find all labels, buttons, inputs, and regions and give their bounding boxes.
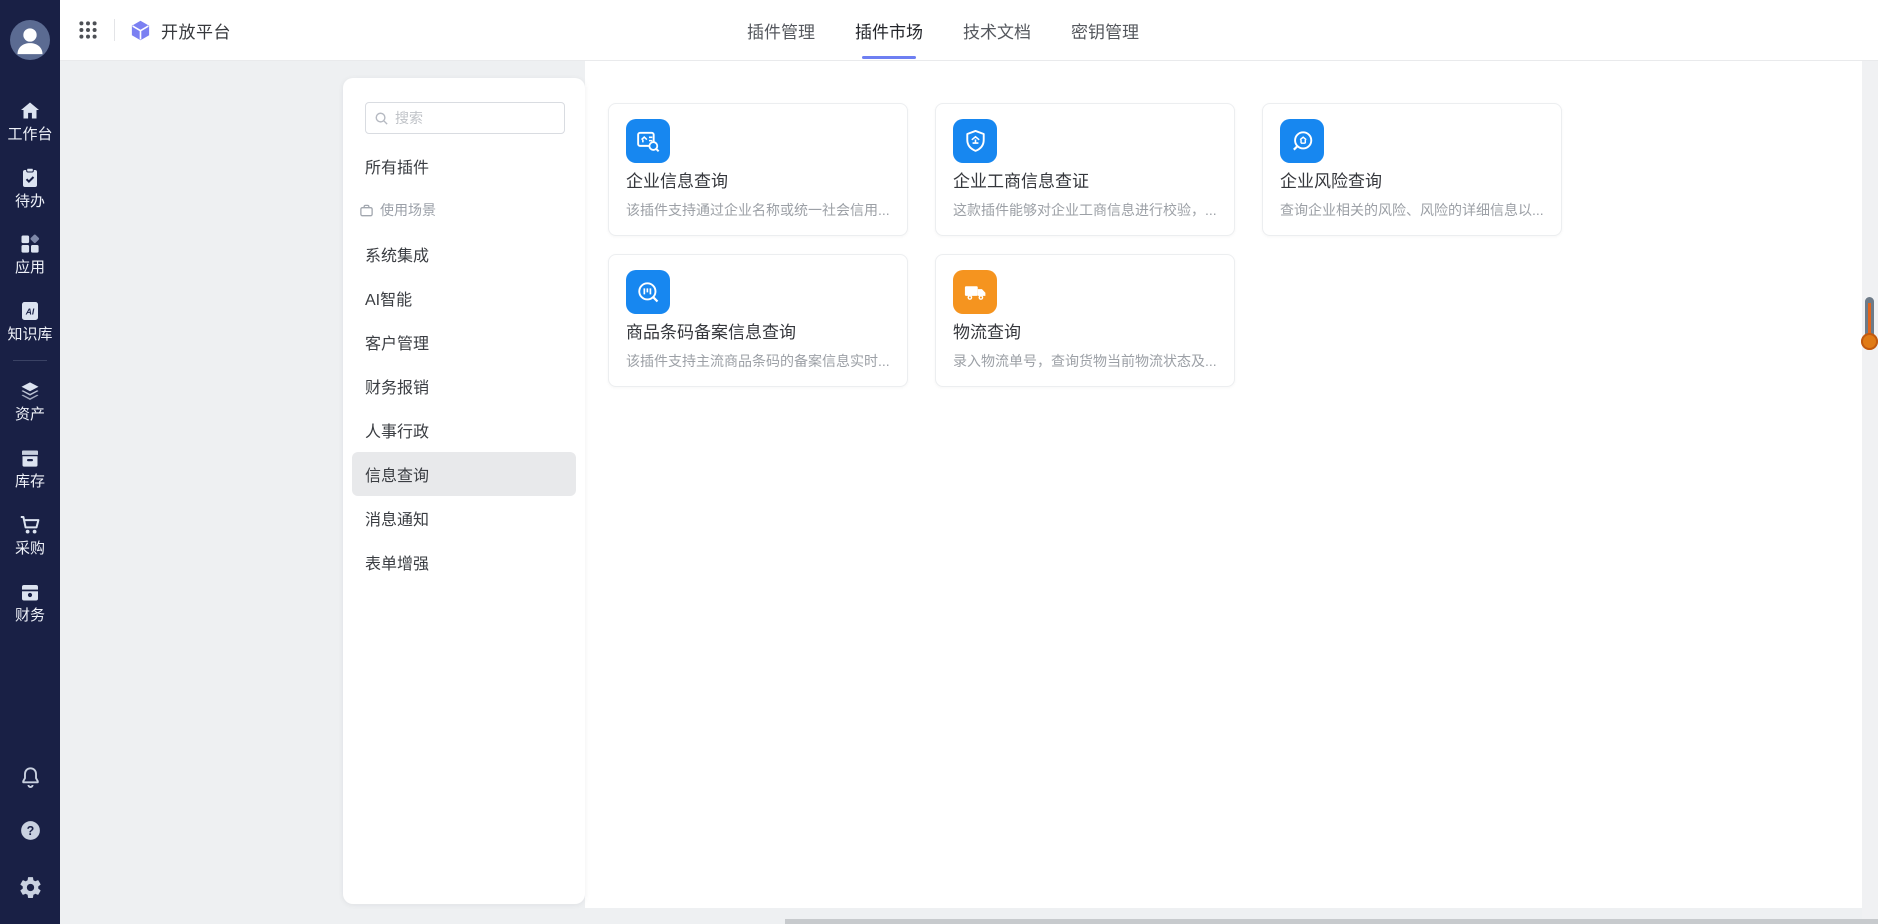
knowledge-base-icon: AI [18,299,42,323]
enterprise-info-search-icon [626,119,670,163]
bell-icon [18,765,43,790]
rail-item-assets[interactable]: 资产 [0,379,60,423]
top-tabs: 插件管理 插件市场 技术文档 密钥管理 [747,0,1139,61]
rail-item-label: 资产 [15,407,45,423]
settings-button[interactable] [0,875,60,900]
plugin-title: 物流查询 [953,323,1217,343]
plugin-card-grid: 企业信息查询 该插件支持通过企业名称或统一社会信用... 企业工商信息查证 这款… [608,103,1568,387]
category-list: 所有插件 使用场景 系统集成 AI智能 客户管理 财务报销 人事行政 信息查询 … [343,144,585,584]
plugin-title: 企业信息查询 [626,172,890,192]
category-all-plugins[interactable]: 所有插件 [343,144,585,188]
rail-item-label: 库存 [15,474,45,490]
plugin-description: 查询企业相关的风险、风险的详细信息以... [1280,200,1544,220]
person-icon [10,20,50,60]
category-filter-panel: 所有插件 使用场景 系统集成 AI智能 客户管理 财务报销 人事行政 信息查询 … [343,78,585,904]
rail-item-label: 财务 [15,608,45,624]
todo-clipboard-icon [18,166,42,190]
window-bottom-edge [785,919,1878,924]
rail-item-label: 工作台 [7,127,52,143]
left-nav-rail: 工作台 待办 应用 AI 知识库 资产 [0,0,60,924]
plugin-description: 录入物流单号，查询货物当前物流状态及... [953,351,1217,371]
procurement-cart-icon [18,513,42,537]
home-icon [18,99,42,123]
platform-logo-icon [129,19,152,42]
barcode-search-icon [626,270,670,314]
svg-text:AI: AI [25,307,35,317]
plugin-description: 这款插件能够对企业工商信息进行校验，... [953,200,1217,220]
tab-key-management[interactable]: 密钥管理 [1071,0,1139,61]
inventory-box-icon [18,446,42,470]
plugin-title: 企业工商信息查证 [953,172,1217,192]
assets-layers-icon [18,379,42,403]
category-hr-admin[interactable]: 人事行政 [343,408,585,452]
rail-item-apps[interactable]: 应用 [0,232,60,276]
topbar: 开放平台 插件管理 插件市场 技术文档 密钥管理 [60,0,1878,61]
rail-item-label: 采购 [15,541,45,557]
rail-divider [13,360,47,361]
rail-item-label: 知识库 [7,327,52,343]
category-customer-management[interactable]: 客户管理 [343,320,585,364]
rail-item-knowledge-base[interactable]: AI 知识库 [0,299,60,343]
scroll-marker-knob[interactable] [1861,333,1878,350]
notifications-button[interactable] [0,765,60,790]
tab-plugin-market[interactable]: 插件市场 [855,0,923,61]
risk-search-icon [1280,119,1324,163]
category-info-query[interactable]: 信息查询 [352,452,576,496]
plugin-card-barcode-registration[interactable]: 商品条码备案信息查询 该插件支持主流商品条码的备案信息实时... [608,254,908,387]
finance-safe-icon [18,580,42,604]
apps-icon [18,232,42,256]
scene-bag-icon [359,203,374,218]
plugin-description: 该插件支持通过企业名称或统一社会信用... [626,200,890,220]
rail-item-label: 待办 [15,194,45,210]
category-form-enhancement[interactable]: 表单增强 [343,540,585,584]
svg-text:?: ? [26,824,34,838]
page-title: 开放平台 [161,18,231,43]
topbar-divider [114,19,115,41]
search-input[interactable] [395,110,556,126]
rail-item-finance[interactable]: 财务 [0,580,60,624]
tab-plugin-management[interactable]: 插件管理 [747,0,815,61]
category-ai[interactable]: AI智能 [343,276,585,320]
app-launcher-icon[interactable] [78,20,98,40]
category-finance-reimbursement[interactable]: 财务报销 [343,364,585,408]
tab-tech-docs[interactable]: 技术文档 [963,0,1031,61]
rail-item-todo[interactable]: 待办 [0,166,60,210]
plugin-title: 企业风险查询 [1280,172,1544,192]
category-section-header: 使用场景 [343,188,585,232]
category-section-label: 使用场景 [380,200,436,220]
category-message-notification[interactable]: 消息通知 [343,496,585,540]
plugin-card-enterprise-info[interactable]: 企业信息查询 该插件支持通过企业名称或统一社会信用... [608,103,908,236]
help-button[interactable]: ? [0,818,60,843]
plugin-description: 该插件支持主流商品条码的备案信息实时... [626,351,890,371]
business-shield-icon [953,119,997,163]
rail-item-workbench[interactable]: 工作台 [0,99,60,143]
help-icon: ? [18,818,43,843]
plugin-title: 商品条码备案信息查询 [626,323,890,343]
search-box [365,102,565,134]
rail-item-inventory[interactable]: 库存 [0,446,60,490]
plugin-card-enterprise-risk[interactable]: 企业风险查询 查询企业相关的风险、风险的详细信息以... [1262,103,1562,236]
gear-icon [18,875,43,900]
workspace: 所有插件 使用场景 系统集成 AI智能 客户管理 财务报销 人事行政 信息查询 … [60,61,1878,924]
search-icon [374,111,389,126]
rail-item-procurement[interactable]: 采购 [0,513,60,557]
rail-item-label: 应用 [15,260,45,276]
plugin-card-business-verification[interactable]: 企业工商信息查证 这款插件能够对企业工商信息进行校验，... [935,103,1235,236]
scrollbar-track[interactable] [1862,61,1878,924]
category-system-integration[interactable]: 系统集成 [343,232,585,276]
logistics-truck-icon [953,270,997,314]
plugin-card-logistics[interactable]: 物流查询 录入物流单号，查询货物当前物流状态及... [935,254,1235,387]
user-avatar[interactable] [10,20,50,60]
